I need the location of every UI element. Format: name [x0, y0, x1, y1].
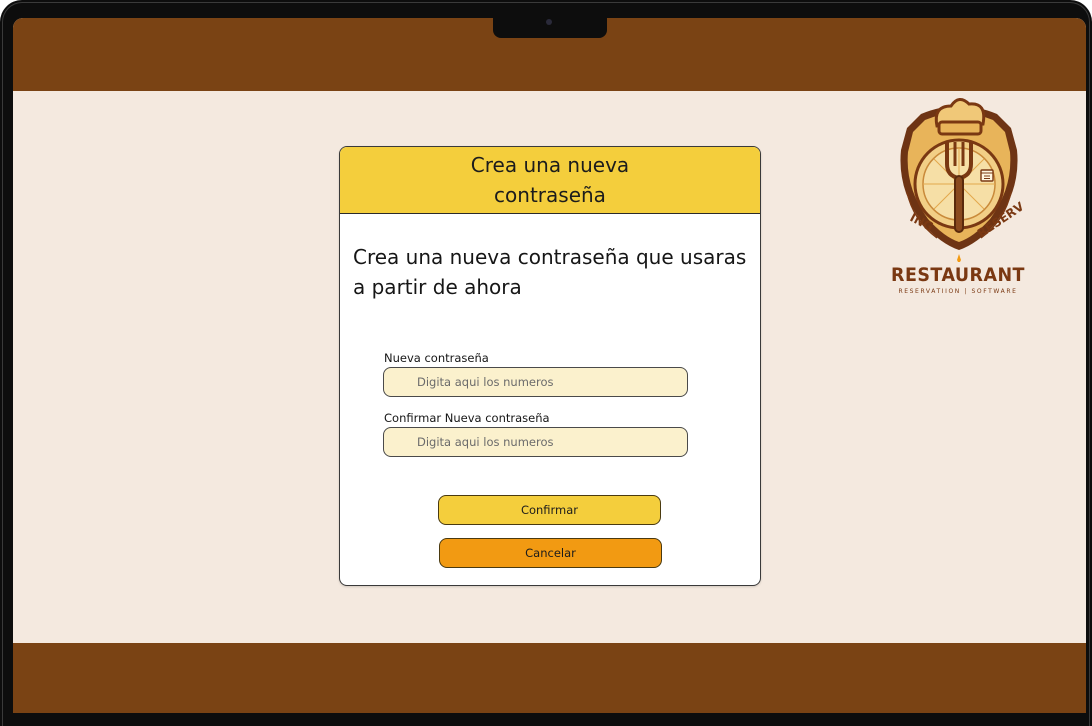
restaurant-logo: ING RESERV RESTAURANT RESERVATIION | SOF…: [855, 92, 1061, 304]
brand-tagline: RESERVATIION | SOFTWARE: [898, 288, 1018, 295]
confirm-button[interactable]: Confirmar: [438, 495, 661, 525]
new-password-label: Nueva contraseña: [384, 351, 489, 365]
new-password-dialog: Crea una nueva contraseña Crea una nueva…: [339, 146, 761, 586]
dialog-title: Crea una nueva contraseña: [470, 153, 630, 207]
new-password-input[interactable]: [383, 367, 688, 397]
chef-hat-fork-logo-icon: ING RESERV: [900, 98, 1027, 264]
confirm-password-label: Confirmar Nueva contraseña: [384, 411, 550, 425]
dialog-header: Crea una nueva contraseña: [340, 147, 760, 214]
bottom-footer-band: [13, 643, 1086, 713]
dialog-message: Crea una nueva contraseña que usaras a p…: [353, 245, 747, 299]
laptop-frame: ING RESERV RESTAURANT RESERVATIION | SOF…: [0, 0, 1092, 726]
calendar-icon: [980, 169, 994, 182]
camera-notch: [493, 14, 607, 38]
cancel-button[interactable]: Cancelar: [439, 538, 662, 568]
brand-name: RESTAURANT: [891, 264, 1025, 286]
webcam-icon: [546, 19, 552, 25]
app-screen: ING RESERV RESTAURANT RESERVATIION | SOF…: [13, 18, 1086, 713]
confirm-password-input[interactable]: [383, 427, 688, 457]
